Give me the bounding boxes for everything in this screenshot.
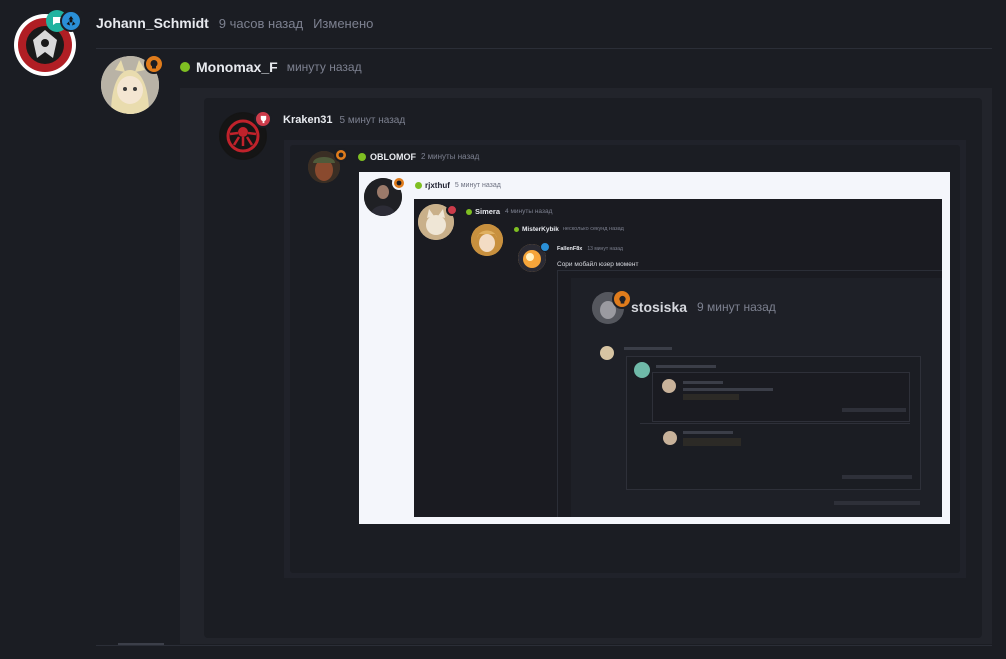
johann-header: Johann_Schmidt 9 часов назад Изменено — [96, 14, 373, 32]
tiny-avatar — [634, 362, 650, 378]
divider — [96, 48, 992, 49]
online-indicator — [358, 152, 366, 161]
tiny-divider — [640, 423, 910, 424]
tiny-avatar — [600, 346, 614, 360]
anime-girl-avatar-icon — [471, 224, 503, 256]
misterkybik-avatar[interactable] — [471, 224, 503, 256]
fallenf8x-username[interactable]: FallenF8x — [557, 246, 582, 252]
johann-edited: Изменено — [313, 15, 374, 31]
tiny-text-bar — [683, 431, 733, 434]
monomax-header: Monomax_F минуту назад — [180, 58, 362, 76]
skull-badge-icon — [144, 54, 164, 74]
tiny-text-bar — [683, 381, 723, 384]
skull-badge-icon — [612, 289, 632, 309]
online-indicator — [415, 181, 422, 189]
stosiska-header: stosiska 9 минут назад — [631, 298, 776, 316]
verified-badge-icon — [540, 242, 550, 252]
oblomof-header: OBLOMOF 2 минуты назад — [358, 151, 479, 162]
kraken-header: Kraken31 5 минут назад — [283, 113, 405, 127]
kraken-username[interactable]: Kraken31 — [283, 114, 333, 126]
fallenf8x-timestamp[interactable]: 13 минут назад — [587, 246, 623, 252]
tiny-text-block — [683, 394, 739, 400]
online-indicator — [514, 226, 519, 232]
tiny-avatar — [663, 431, 677, 445]
rjxthuf-header: rjxthuf 5 минут назад — [415, 180, 501, 190]
stosiska-timestamp[interactable]: 9 минут назад — [697, 300, 776, 314]
simera-header: Simera 4 минуты назад — [466, 207, 552, 216]
trophy-badge-icon — [254, 110, 272, 128]
skull-badge-icon — [392, 176, 406, 190]
tiny-text-block — [683, 438, 741, 446]
misterkybik-header: MisterKybik несколько секунд назад — [514, 225, 624, 233]
johann-username[interactable]: Johann_Schmidt — [96, 15, 209, 31]
tiny-header-bar — [624, 347, 672, 350]
tiny-actions — [834, 501, 920, 505]
online-indicator — [180, 62, 190, 72]
simera-username[interactable]: Simera — [475, 207, 500, 216]
monomax-timestamp[interactable]: минуту назад — [287, 60, 362, 74]
misterkybik-username[interactable]: MisterKybik — [522, 226, 559, 233]
fallenf8x-text: Сори мобайл юзер момент — [557, 261, 639, 268]
stosiska-username[interactable]: stosiska — [631, 299, 687, 315]
simera-timestamp[interactable]: 4 минуты назад — [505, 208, 552, 215]
rjxthuf-username[interactable]: rjxthuf — [425, 181, 450, 190]
rjxthuf-timestamp[interactable]: 5 минут назад — [455, 182, 501, 189]
tiny-avatar — [662, 379, 676, 393]
radiation-badge-icon — [60, 10, 82, 32]
tiny-actions — [842, 408, 906, 412]
oblomof-timestamp[interactable]: 2 минуты назад — [421, 152, 479, 161]
misterkybik-timestamp[interactable]: несколько секунд назад — [563, 226, 624, 232]
skull-badge-icon — [334, 148, 348, 162]
kraken-timestamp[interactable]: 5 минут назад — [340, 115, 406, 126]
johann-timestamp[interactable]: 9 часов назад — [219, 16, 303, 31]
tiny-actions — [842, 475, 912, 479]
tiny-header-bar — [656, 365, 716, 368]
online-indicator — [466, 208, 472, 215]
tiny-text-bar — [683, 388, 773, 391]
scroll-hint[interactable] — [118, 643, 164, 645]
trophy-badge-icon — [446, 204, 458, 216]
oblomof-username[interactable]: OBLOMOF — [370, 152, 416, 162]
fallenf8x-header: FallenF8x 13 минут назад — [557, 245, 623, 253]
monomax-username[interactable]: Monomax_F — [196, 59, 278, 75]
bottom-divider — [96, 645, 992, 646]
